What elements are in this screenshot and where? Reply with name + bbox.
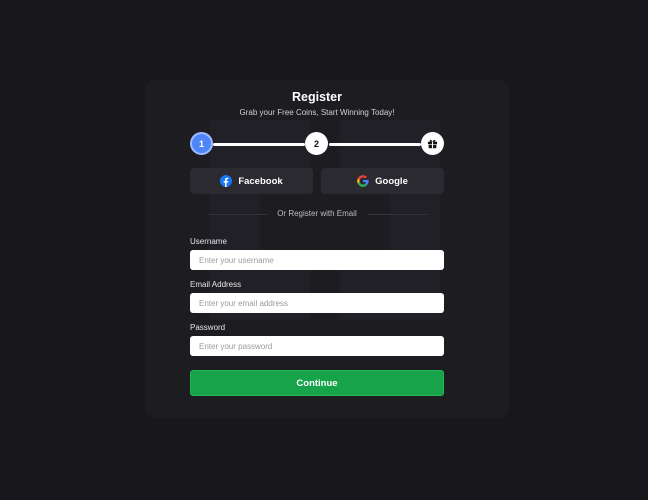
facebook-login-button[interactable]: Facebook (190, 168, 313, 194)
email-input[interactable] (190, 293, 444, 313)
progress-stepper: 1 2 (190, 132, 444, 156)
register-card: Register Grab your Free Coins, Start Win… (145, 80, 509, 418)
step-1: 1 (190, 132, 213, 155)
username-input[interactable] (190, 250, 444, 270)
social-login-row: Facebook Google (190, 168, 444, 194)
page-title: Register (291, 90, 343, 104)
continue-button[interactable]: Continue (190, 370, 444, 396)
watermark-logo-icon (210, 120, 440, 320)
google-icon (357, 175, 369, 187)
page-subtitle: Grab your Free Coins, Start Winning Toda… (239, 108, 395, 117)
google-login-label: Google (375, 175, 408, 187)
password-label: Password (190, 323, 226, 332)
step-connector-1 (213, 143, 305, 146)
page-background: Register Grab your Free Coins, Start Win… (0, 0, 648, 500)
step-connector-2 (329, 143, 421, 146)
step-2: 2 (305, 132, 328, 155)
email-label: Email Address (190, 280, 242, 289)
password-input[interactable] (190, 336, 444, 356)
gift-icon (427, 139, 438, 149)
divider-line-right (367, 214, 427, 215)
or-divider: Or Register with Email (190, 208, 444, 220)
step-3-reward (421, 132, 444, 155)
facebook-login-label: Facebook (238, 175, 283, 187)
google-login-button[interactable]: Google (321, 168, 444, 194)
username-label: Username (190, 237, 227, 246)
facebook-icon (220, 175, 233, 187)
